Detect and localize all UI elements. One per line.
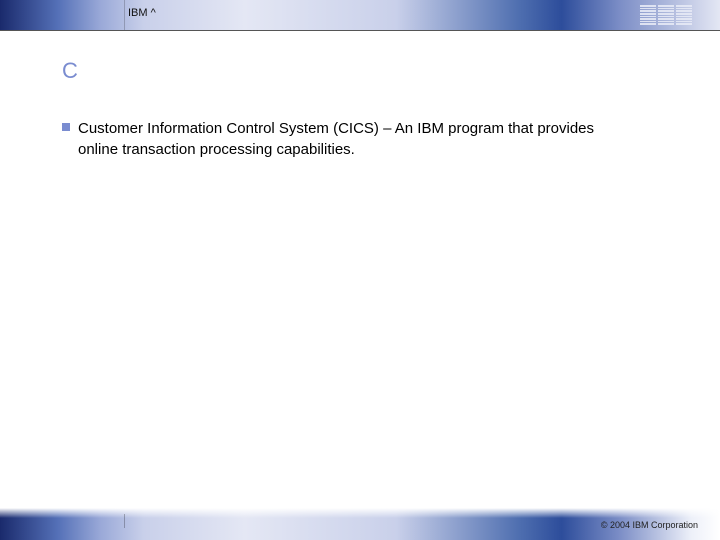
footer-band: © 2004 IBM Corporation xyxy=(0,508,720,540)
copyright-text: © 2004 IBM Corporation xyxy=(601,520,698,530)
header-divider xyxy=(124,0,125,30)
header-product-label: IBM ^ xyxy=(128,7,156,19)
list-item: Customer Information Control System (CIC… xyxy=(62,118,660,160)
page-title: C xyxy=(62,58,78,84)
content-area: Customer Information Control System (CIC… xyxy=(62,118,660,160)
ibm-logo-icon xyxy=(640,5,692,25)
bullet-text: Customer Information Control System (CIC… xyxy=(78,118,638,160)
slide: IBM ^ C Customer Information Control Sys… xyxy=(0,0,720,540)
bullet-square-icon xyxy=(62,123,70,131)
header-band: IBM ^ xyxy=(0,0,720,30)
footer-divider xyxy=(124,514,125,528)
